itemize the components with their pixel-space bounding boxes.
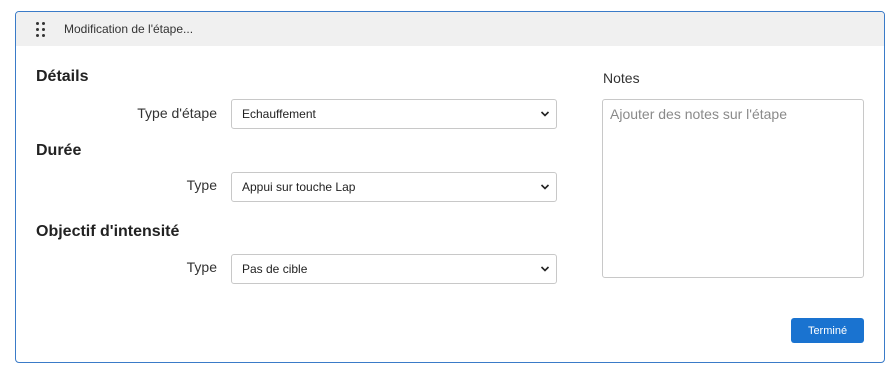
chevron-down-icon xyxy=(540,184,550,190)
step-type-value: Echauffement xyxy=(242,107,316,121)
edit-step-card: Modification de l'étape... Détails Type … xyxy=(15,11,885,363)
duration-type-label: Type xyxy=(186,177,217,193)
card-title: Modification de l'étape... xyxy=(64,22,194,36)
duration-section-title: Durée xyxy=(36,142,82,159)
step-type-select[interactable]: Echauffement xyxy=(231,99,557,129)
intensity-type-value: Pas de cible xyxy=(242,262,308,276)
step-type-label: Type d'étape xyxy=(137,105,217,121)
details-section-title: Détails xyxy=(36,68,89,85)
notes-label: Notes xyxy=(603,70,640,86)
duration-type-value: Appui sur touche Lap xyxy=(242,180,356,194)
intensity-type-select[interactable]: Pas de cible xyxy=(231,254,557,284)
intensity-section-title: Objectif d'intensité xyxy=(36,223,180,240)
notes-textarea[interactable] xyxy=(602,99,864,278)
done-button[interactable]: Terminé xyxy=(791,318,864,343)
card-header: Modification de l'étape... xyxy=(16,12,884,46)
chevron-down-icon xyxy=(540,266,550,272)
duration-type-select[interactable]: Appui sur touche Lap xyxy=(231,172,557,202)
drag-handle-icon[interactable] xyxy=(16,12,64,46)
intensity-type-label: Type xyxy=(186,259,217,275)
chevron-down-icon xyxy=(540,111,550,117)
